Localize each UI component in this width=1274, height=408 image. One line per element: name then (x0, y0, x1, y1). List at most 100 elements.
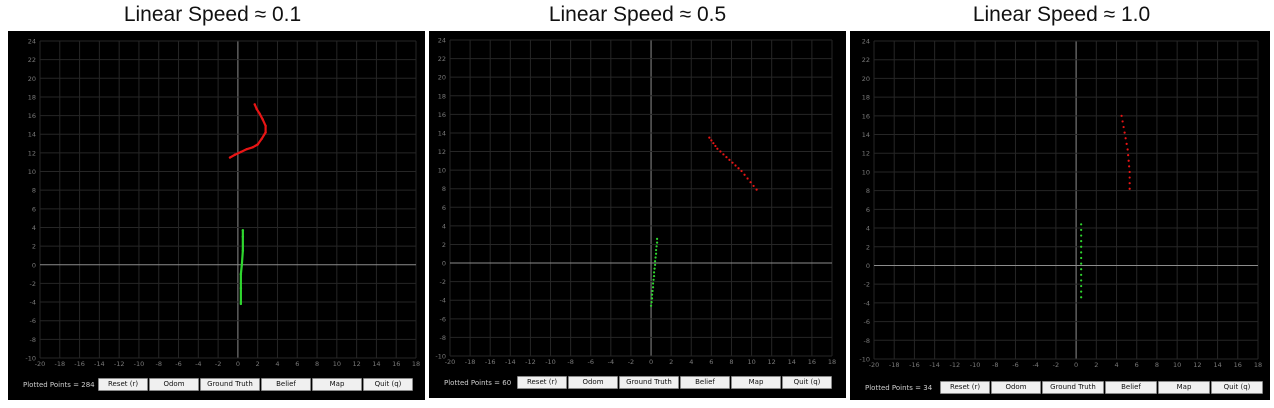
quit-button[interactable]: Quit (q) (782, 376, 832, 389)
ground-truth-trajectory-point (258, 112, 261, 115)
ground-truth-button[interactable]: Ground Truth (619, 376, 679, 389)
x-tick-label: 8 (729, 358, 733, 366)
odom-trajectory-point (1080, 234, 1083, 237)
x-tick-label: 12 (352, 360, 360, 368)
x-tick-label: 14 (1213, 361, 1221, 369)
ground-truth-trajectory-point (1128, 176, 1131, 179)
ground-truth-button[interactable]: Ground Truth (200, 378, 260, 391)
x-tick-label: -18 (465, 358, 476, 366)
x-tick-label: 6 (295, 360, 299, 368)
x-tick-label: -18 (889, 361, 900, 369)
y-tick-label: 0 (442, 260, 446, 268)
belief-button[interactable]: Belief (680, 376, 730, 389)
y-tick-label: 18 (28, 93, 36, 101)
ground-truth-trajectory-point (755, 188, 758, 191)
ground-truth-trajectory-point (1121, 120, 1124, 123)
ground-truth-trajectory-point (260, 137, 263, 141)
y-tick-label: 14 (438, 129, 446, 137)
x-tick-label: -4 (195, 360, 201, 368)
odom-trajectory-point (651, 289, 654, 293)
x-tick-label: 16 (1234, 361, 1242, 369)
y-tick-label: -10 (859, 356, 870, 364)
x-tick-label: -4 (608, 358, 614, 366)
ground-truth-trajectory-point (264, 124, 267, 128)
y-tick-label: 18 (438, 92, 446, 100)
ground-truth-trajectory-point (740, 169, 743, 173)
odom-trajectory-point (1080, 262, 1083, 265)
y-tick-label: 4 (866, 225, 870, 233)
y-tick-label: -2 (440, 278, 446, 286)
map-button[interactable]: Map (1158, 381, 1210, 394)
y-tick-label: 2 (866, 243, 870, 251)
x-tick-label: 10 (1173, 361, 1181, 369)
ground-truth-trajectory-point (1127, 159, 1130, 162)
odom-trajectory-point (1080, 284, 1083, 288)
quit-button[interactable]: Quit (q) (1211, 381, 1263, 394)
x-tick-label: -14 (929, 361, 940, 369)
odom-button[interactable]: Odom (568, 376, 618, 389)
y-tick-label: -6 (30, 317, 36, 325)
odom-trajectory-point (241, 235, 245, 238)
ground-truth-button[interactable]: Ground Truth (1042, 381, 1104, 394)
y-tick-label: -4 (864, 299, 870, 307)
x-tick-label: -8 (567, 358, 573, 366)
y-tick-label: 6 (866, 206, 870, 214)
odom-trajectory-point (241, 249, 245, 252)
odom-trajectory-point (1080, 245, 1083, 248)
y-tick-label: 4 (442, 222, 446, 230)
reset-button[interactable]: Reset (r) (940, 381, 990, 394)
y-tick-label: -4 (30, 299, 36, 307)
reset-button[interactable]: Reset (r) (517, 376, 567, 389)
ground-truth-trajectory-point (712, 142, 715, 145)
x-tick-label: -8 (155, 360, 161, 368)
ground-truth-trajectory-point (251, 146, 254, 149)
x-tick-label: 4 (275, 360, 279, 368)
odom-trajectory-point (1080, 256, 1083, 260)
y-tick-label: 22 (438, 55, 446, 63)
x-tick-label: -14 (94, 360, 105, 368)
belief-button[interactable]: Belief (261, 378, 311, 391)
y-tick-label: -6 (864, 318, 870, 326)
map-button[interactable]: Map (312, 378, 362, 391)
odom-trajectory-point (240, 263, 244, 266)
ground-truth-trajectory-point (716, 147, 719, 150)
belief-button[interactable]: Belief (1105, 381, 1157, 394)
odom-trajectory-point (649, 304, 653, 307)
y-tick-label: -2 (864, 281, 870, 289)
odom-trajectory-point (652, 271, 656, 274)
x-tick-label: -10 (970, 361, 981, 369)
panel-title: Linear Speed ≈ 0.1 (123, 3, 302, 26)
x-tick-label: -6 (587, 358, 593, 366)
plot-window: -20 -18 -16 -14 -12 -10 -8 -6 -4 -2 0 2 4 6 8 10 12 14 16 1… (8, 31, 425, 400)
map-button[interactable]: Map (731, 376, 781, 389)
y-tick-label: 16 (28, 112, 36, 120)
odom-button[interactable]: Odom (149, 378, 199, 391)
x-tick-label: -16 (485, 358, 496, 366)
x-tick-label: -12 (114, 360, 125, 368)
ground-truth-trajectory-point (264, 131, 267, 134)
y-tick-label: 2 (442, 241, 446, 249)
odom-trajectory-point (1080, 279, 1083, 282)
odom-button[interactable]: Odom (991, 381, 1041, 394)
x-tick-label: 18 (828, 358, 836, 366)
quit-button[interactable]: Quit (q) (363, 378, 413, 391)
x-tick-label: 0 (236, 360, 240, 368)
x-tick-label: -12 (950, 361, 961, 369)
x-tick-label: 18 (1254, 361, 1262, 369)
x-tick-label: -14 (505, 358, 516, 366)
odom-trajectory-point (650, 293, 654, 296)
odom-trajectory-point (655, 237, 659, 240)
odom-trajectory-point (650, 300, 653, 304)
ground-truth-trajectory-point (746, 177, 749, 180)
reset-button[interactable]: Reset (r) (98, 378, 148, 391)
plot-window: -20 -18 -16 -14 -12 -10 -8 -6 -4 -2 0 2 4 6 8 10 12 14 16 1… (850, 31, 1270, 400)
odom-trajectory-point (653, 267, 656, 270)
y-tick-label: 0 (32, 261, 36, 269)
x-tick-label: 2 (669, 358, 673, 366)
x-tick-label: 4 (1114, 361, 1118, 369)
x-tick-label: -2 (1053, 361, 1059, 369)
ground-truth-trajectory-point (1124, 137, 1127, 140)
x-tick-label: 6 (709, 358, 713, 366)
x-tick-label: -4 (1032, 361, 1038, 369)
ground-truth-trajectory-point (731, 161, 734, 164)
